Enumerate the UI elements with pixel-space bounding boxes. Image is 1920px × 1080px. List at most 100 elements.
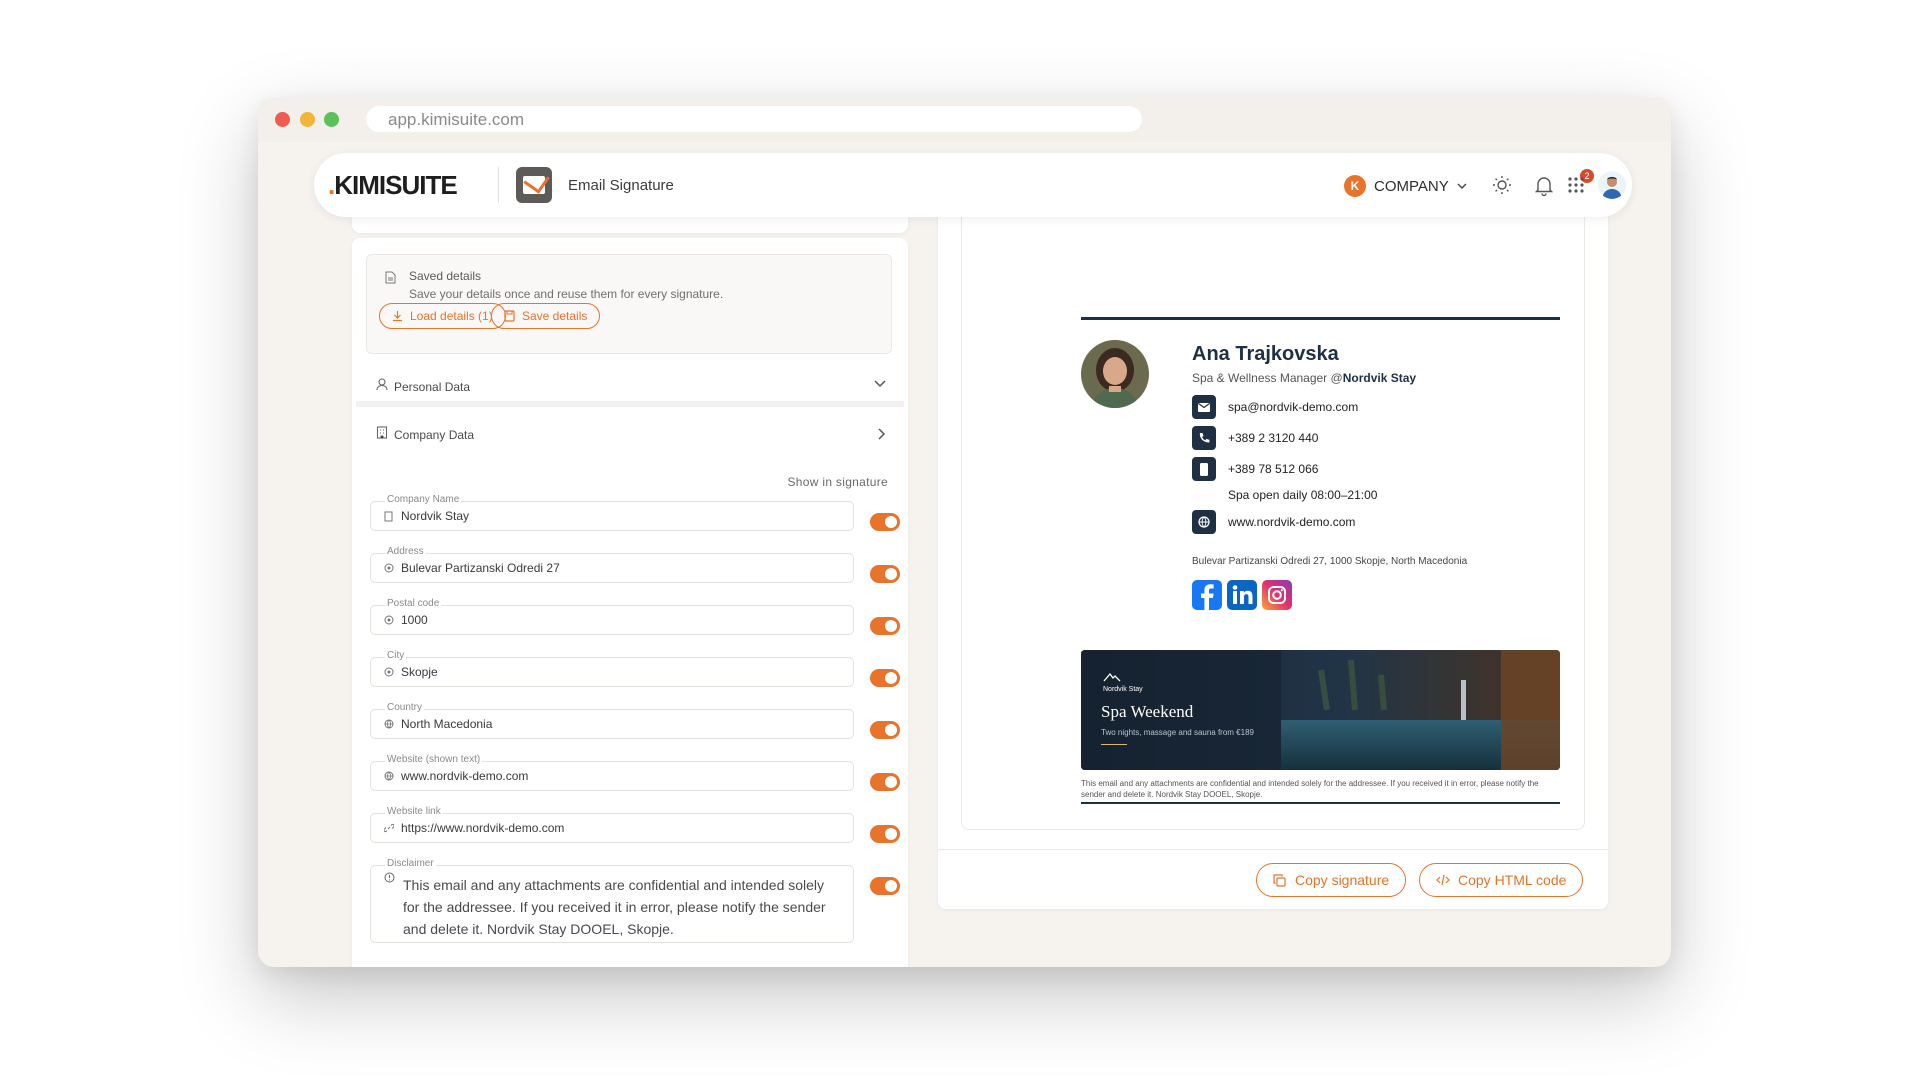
website-text-show-toggle[interactable] [870, 773, 900, 791]
field-value: North Macedonia [401, 717, 493, 731]
hours-text: Spa open daily 08:00–21:00 [1228, 488, 1378, 502]
linkedin-icon[interactable] [1227, 580, 1257, 610]
signature-role: Spa & Wellness Manager @Nordvik Stay [1192, 371, 1416, 385]
user-icon [376, 378, 388, 391]
email-text: spa@nordvik-demo.com [1228, 400, 1359, 414]
city-show-toggle[interactable] [870, 669, 900, 687]
building-icon [376, 426, 388, 439]
chevron-down-icon [874, 380, 886, 388]
instagram-icon[interactable] [1262, 580, 1292, 610]
phone-text: +389 2 3120 440 [1228, 431, 1319, 445]
website-link-show-toggle[interactable] [870, 825, 900, 843]
app-header: .KIMISUITE Email Signature K COMPANY 2 [314, 153, 1632, 217]
copy-signature-button[interactable]: Copy signature [1256, 863, 1407, 897]
website-text-field[interactable]: Website (shown text) www.nordvik-demo.co… [370, 754, 854, 791]
bell-icon[interactable] [1532, 173, 1556, 197]
left-panel-top-edge [352, 217, 908, 233]
company-name-show-toggle[interactable] [870, 513, 900, 531]
link-icon [384, 823, 394, 833]
website-link-field[interactable]: Website link https://www.nordvik-demo.co… [370, 806, 854, 843]
company-avatar: K [1344, 175, 1366, 197]
signature-top-rule [1081, 317, 1560, 320]
field-label: Country [385, 702, 425, 713]
location-pin-icon [384, 563, 394, 573]
personal-data-label: Personal Data [394, 380, 471, 394]
save-details-button[interactable]: Save details [491, 303, 601, 329]
load-details-label: Load details (1) [410, 309, 493, 323]
mobile-text: +389 78 512 066 [1228, 462, 1319, 476]
country-field[interactable]: Country North Macedonia [370, 702, 854, 739]
location-pin-icon [384, 667, 394, 677]
banner-accent-line [1101, 744, 1127, 745]
preview-panel: Ana Trajkovska Spa & Wellness Manager @N… [938, 215, 1608, 909]
save-details-label: Save details [522, 309, 588, 323]
close-window-button[interactable] [275, 112, 290, 127]
company-switcher[interactable]: K COMPANY [1344, 175, 1467, 197]
building-icon [384, 511, 393, 522]
country-show-toggle[interactable] [870, 721, 900, 739]
location-pin-icon [384, 615, 394, 625]
role-text: Spa & Wellness Manager @ [1192, 371, 1343, 385]
field-label: Disclaimer [385, 858, 436, 869]
kimisuite-logo[interactable]: .KIMISUITE [328, 170, 458, 201]
user-avatar[interactable] [1598, 171, 1626, 199]
address-bar[interactable]: app.kimisuite.com [366, 106, 1142, 132]
role-company: Nordvik Stay [1342, 371, 1417, 385]
field-label: Website link [385, 806, 443, 817]
field-value: https://www.nordvik-demo.com [401, 821, 565, 835]
banner-brand: Nordvik Stay [1103, 686, 1143, 693]
email-icon [1192, 395, 1216, 419]
mountain-logo-icon [1103, 672, 1121, 682]
sun-icon[interactable] [1490, 173, 1514, 197]
email-signature-app-icon[interactable] [516, 167, 552, 203]
city-field[interactable]: City Skopje [370, 650, 854, 687]
personal-data-section-header[interactable]: Personal Data [356, 365, 904, 407]
field-value: Skopje [401, 665, 438, 679]
email-row: spa@nordvik-demo.com [1192, 395, 1358, 419]
signature-bottom-rule [1081, 802, 1560, 804]
website-row: www.nordvik-demo.com [1192, 510, 1355, 534]
facebook-icon[interactable] [1192, 580, 1222, 610]
address-field[interactable]: Address Bulevar Partizanski Odredi 27 [370, 546, 854, 583]
copy-icon [1273, 874, 1286, 887]
postal-code-field[interactable]: Postal code 1000 [370, 598, 854, 635]
signature-address: Bulevar Partizanski Odredi 27, 1000 Skop… [1192, 556, 1468, 567]
download-icon [393, 311, 402, 322]
load-details-button[interactable]: Load details (1) [379, 303, 506, 329]
disclaimer-field[interactable]: Disclaimer This email and any attachment… [370, 858, 854, 943]
maximize-window-button[interactable] [324, 112, 339, 127]
company-name-field[interactable]: Company Name Nordvik Stay [370, 494, 854, 531]
company-data-label: Company Data [394, 428, 475, 442]
logo-text: KIMISUITE [334, 170, 457, 200]
profile-photo [1081, 340, 1149, 408]
hours-row: Spa open daily 08:00–21:00 [1228, 488, 1377, 502]
field-label: Website (shown text) [385, 754, 483, 765]
field-label: City [385, 650, 407, 661]
globe-icon [384, 719, 394, 729]
browser-titlebar: app.kimisuite.com [258, 97, 1671, 141]
mobile-phone-icon [1192, 457, 1216, 481]
banner-subtitle: Two nights, massage and sauna from €189 [1101, 728, 1254, 737]
field-value: 1000 [401, 613, 428, 627]
field-value: This email and any attachments are confi… [403, 877, 826, 937]
address-show-toggle[interactable] [870, 565, 900, 583]
copy-actions-bar: Copy signature Copy HTML code [938, 849, 1608, 909]
promo-banner[interactable]: Nordvik Stay Spa Weekend Two nights, mas… [1081, 650, 1560, 770]
signature-preview: Ana Trajkovska Spa & Wellness Manager @N… [961, 215, 1585, 830]
field-label: Postal code [385, 598, 442, 609]
company-data-section-header[interactable]: Company Data [356, 413, 904, 455]
editor-panel: Saved details Save your details once and… [352, 238, 908, 967]
disclaimer-show-toggle[interactable] [870, 877, 900, 895]
signature-name: Ana Trajkovska [1192, 343, 1339, 365]
postal-code-show-toggle[interactable] [870, 617, 900, 635]
copy-html-button[interactable]: Copy HTML code [1419, 863, 1584, 897]
apps-grid-icon[interactable] [1564, 173, 1588, 197]
field-label: Address [385, 546, 426, 557]
minimize-window-button[interactable] [300, 112, 315, 127]
saved-details-title: Saved details [409, 269, 482, 283]
header-divider [498, 167, 499, 203]
company-label: COMPANY [1374, 177, 1449, 195]
copy-signature-label: Copy signature [1295, 872, 1390, 888]
browser-window: app.kimisuite.com Saved details Save you… [258, 97, 1671, 967]
app-title: Email Signature [568, 177, 674, 194]
